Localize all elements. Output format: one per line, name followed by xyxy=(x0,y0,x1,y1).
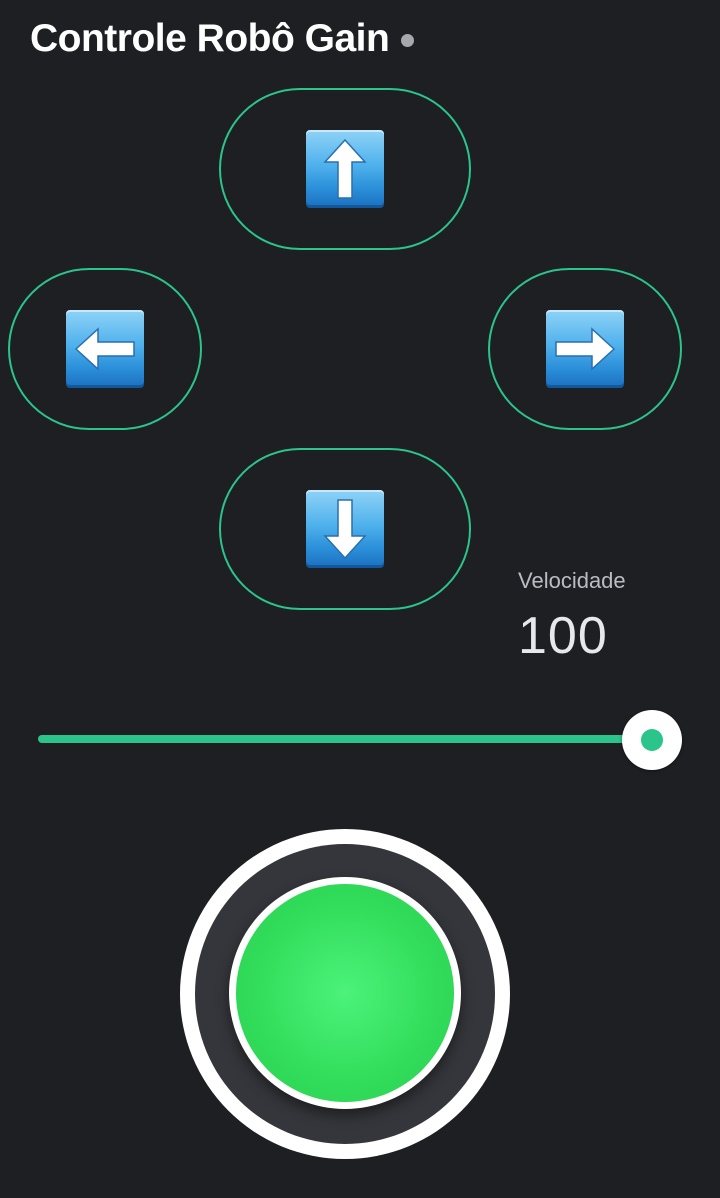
joystick-knob-fill xyxy=(236,884,454,1102)
header: Controle Robô Gain xyxy=(30,14,415,64)
arrow-right-icon xyxy=(546,310,624,388)
arrow-left-icon xyxy=(66,310,144,388)
move-forward-button[interactable] xyxy=(219,88,471,250)
slider-thumb-dot xyxy=(641,729,663,751)
turn-left-button[interactable] xyxy=(8,268,202,430)
slider-fill xyxy=(38,735,652,743)
turn-right-button[interactable] xyxy=(488,268,682,430)
page-title: Controle Robô Gain xyxy=(30,17,390,60)
arrow-up-icon xyxy=(306,130,384,208)
robot-control-screen: Controle Robô Gain Velocidade 100 xyxy=(0,0,720,1198)
slider-thumb[interactable] xyxy=(622,710,682,770)
move-backward-button[interactable] xyxy=(219,448,471,610)
speed-value: 100 xyxy=(518,607,608,665)
speed-label: Velocidade xyxy=(518,568,626,593)
joystick-base xyxy=(195,844,495,1144)
joystick-knob[interactable] xyxy=(229,877,461,1109)
connection-status-dot xyxy=(401,33,415,47)
arrow-down-icon xyxy=(306,490,384,568)
speed-slider[interactable] xyxy=(38,710,682,770)
joystick xyxy=(180,829,510,1159)
